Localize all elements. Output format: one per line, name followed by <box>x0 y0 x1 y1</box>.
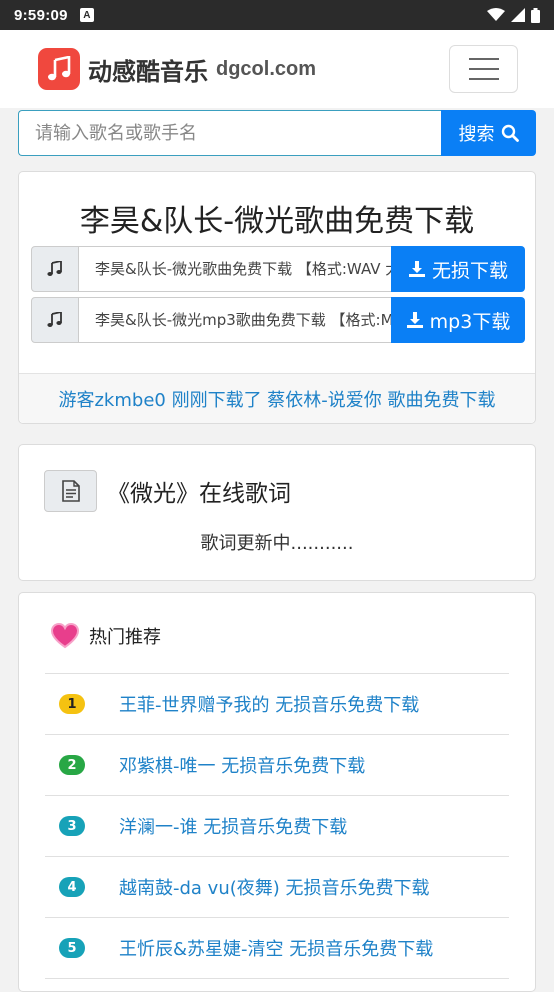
hot-link[interactable]: 越南鼓-da vu(夜舞) 无损音乐免费下载 <box>119 874 430 900</box>
music-logo-icon[interactable] <box>38 48 80 90</box>
hot-list: 1 王菲-世界赠予我的 无损音乐免费下载 2 邓紫棋-唯一 无损音乐免费下载 3… <box>45 673 509 979</box>
hot-link[interactable]: 王忻辰&苏星婕-清空 无损音乐免费下载 <box>119 935 433 961</box>
list-item[interactable]: 2 邓紫棋-唯一 无损音乐免费下载 <box>45 735 509 796</box>
heart-icon <box>51 623 79 649</box>
hot-link[interactable]: 邓紫棋-唯一 无损音乐免费下载 <box>119 752 365 778</box>
rank-badge: 3 <box>59 816 85 836</box>
music-note-icon <box>31 297 79 343</box>
list-item[interactable]: 5 王忻辰&苏星婕-清空 无损音乐免费下载 <box>45 918 509 979</box>
search-bar: 搜索 <box>18 110 536 156</box>
hamburger-icon <box>468 58 499 60</box>
wifi-icon <box>487 8 505 21</box>
mp3-download-button[interactable]: mp3下载 <box>391 297 525 343</box>
rank-badge: 2 <box>59 755 85 775</box>
mp3-download-label: mp3下载 <box>429 310 511 333</box>
search-button[interactable]: 搜索 <box>441 110 536 156</box>
hot-link[interactable]: 洋澜一-谁 无损音乐免费下载 <box>119 813 347 839</box>
lossless-download-button[interactable]: 无损下载 <box>391 246 525 292</box>
signal-icon <box>511 8 525 22</box>
site-brand[interactable]: 动感酷音乐 <box>88 52 208 87</box>
rank-badge: 1 <box>59 694 85 714</box>
hot-recommend-card: 热门推荐 1 王菲-世界赠予我的 无损音乐免费下载 2 邓紫棋-唯一 无损音乐免… <box>18 592 536 992</box>
recent-download-link[interactable]: 游客zkmbe0 刚刚下载了 蔡依林-说爱你 歌曲免费下载 <box>19 373 535 423</box>
rank-badge: 5 <box>59 938 85 958</box>
status-time: 9:59:09 <box>14 6 68 24</box>
hamburger-icon-line <box>468 78 499 80</box>
notification-a-icon: A <box>79 8 94 22</box>
menu-toggle-button[interactable] <box>449 45 518 93</box>
search-input[interactable] <box>18 110 441 156</box>
lyrics-header: 《微光》在线歌词 <box>44 470 291 512</box>
hot-title: 热门推荐 <box>89 627 161 648</box>
download-row-mp3: 李昊&队长-微光mp3歌曲免费下载 【格式:MP3 大小:5.4M】 mp3下载 <box>31 297 525 343</box>
site-header: 动感酷音乐 dgcol.com <box>0 30 554 108</box>
list-item[interactable]: 4 越南鼓-da vu(夜舞) 无损音乐免费下载 <box>45 857 509 918</box>
download-row-lossless: 李昊&队长-微光歌曲免费下载 【格式:WAV 大小:51.7M】 无损下载 <box>31 246 525 292</box>
hamburger-icon-line <box>468 68 499 70</box>
list-item[interactable]: 1 王菲-世界赠予我的 无损音乐免费下载 <box>45 674 509 735</box>
lyrics-title: 《微光》在线歌词 <box>107 481 291 507</box>
site-domain[interactable]: dgcol.com <box>216 58 316 81</box>
hot-link[interactable]: 王菲-世界赠予我的 无损音乐免费下载 <box>119 691 419 717</box>
music-note-icon <box>31 246 79 292</box>
lyrics-card: 《微光》在线歌词 歌词更新中........... <box>18 444 536 581</box>
download-icon <box>408 261 425 277</box>
status-bar: 9:59:09 A <box>0 0 554 30</box>
hot-header: 热门推荐 <box>51 623 161 649</box>
rank-badge: 4 <box>59 877 85 897</box>
download-desc: 李昊&队长-微光mp3歌曲免费下载 【格式:MP3 大小:5.4M】 <box>79 297 391 343</box>
battery-icon <box>531 7 540 23</box>
search-button-label: 搜索 <box>458 124 495 145</box>
lossless-download-label: 无损下载 <box>431 259 508 282</box>
document-icon <box>44 470 97 512</box>
lyrics-body: 歌词更新中........... <box>200 533 354 554</box>
song-title: 李昊&队长-微光歌曲免费下载 <box>79 204 475 239</box>
download-desc: 李昊&队长-微光歌曲免费下载 【格式:WAV 大小:51.7M】 <box>79 246 391 292</box>
search-icon <box>501 124 519 142</box>
download-icon <box>406 312 423 328</box>
song-download-card: 李昊&队长-微光歌曲免费下载 李昊&队长-微光歌曲免费下载 【格式:WAV 大小… <box>18 171 536 424</box>
status-icons <box>487 7 540 23</box>
list-item[interactable]: 3 洋澜一-谁 无损音乐免费下载 <box>45 796 509 857</box>
